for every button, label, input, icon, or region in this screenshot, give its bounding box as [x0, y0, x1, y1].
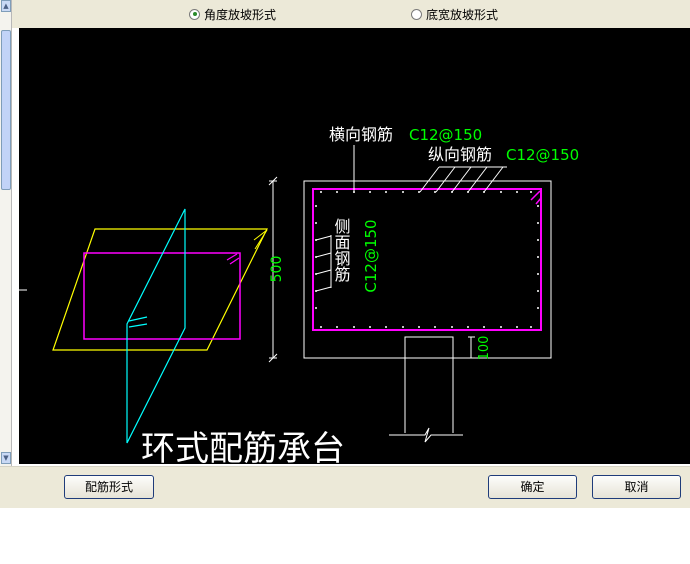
- cyan-hook: [128, 316, 148, 322]
- side-spec: C12@150: [362, 219, 380, 292]
- transverse-spec: C12@150: [409, 126, 482, 144]
- cyan-hook: [128, 323, 148, 328]
- longitudinal-spec: C12@150: [506, 146, 579, 164]
- ring-rebar-rect: [83, 252, 241, 340]
- reinforcement-diagram: 500 横向钢筋 C12@150 纵向钢筋 C12@150 侧面钢筋 C12@1…: [19, 125, 579, 469]
- pile-top: [404, 336, 454, 358]
- angle-slope-label: 角度放坡形式: [204, 7, 277, 22]
- bottom-dim-text: 100: [477, 336, 492, 361]
- width-slope-radio[interactable]: 底宽放坡形式: [411, 6, 498, 22]
- radio-unchecked-icon[interactable]: [411, 8, 422, 20]
- break-line: [389, 427, 463, 443]
- angle-slope-radio[interactable]: 角度放坡形式: [189, 6, 276, 22]
- scroll-down-icon[interactable]: ▼: [1, 452, 11, 464]
- side-label: 侧面钢筋: [332, 218, 351, 283]
- side-leaders: [315, 235, 332, 292]
- pile-cap-plane: [52, 228, 268, 351]
- width-slope-label: 底宽放坡形式: [426, 7, 499, 22]
- reinforce-form-button[interactable]: 配筋形式: [64, 475, 154, 499]
- longitudinal-label: 纵向钢筋: [428, 145, 492, 164]
- diagram-title: 环式配筋承台: [141, 429, 345, 464]
- options-bar: 角度放坡形式 底宽放坡形式: [0, 0, 690, 28]
- section-hook: [530, 190, 541, 201]
- scroll-thumb[interactable]: [1, 30, 11, 190]
- radio-checked-icon[interactable]: [189, 8, 200, 20]
- vertical-scrollbar[interactable]: ▲ ▼: [0, 0, 12, 466]
- ok-button[interactable]: 确定: [488, 475, 577, 499]
- drawing-canvas: 500 横向钢筋 C12@150 纵向钢筋 C12@150 侧面钢筋 C12@1…: [19, 28, 690, 469]
- transverse-label: 横向钢筋: [329, 125, 393, 144]
- magenta-hook: [226, 253, 238, 261]
- yellow-hook: [253, 229, 268, 250]
- height-dim-text: 500: [269, 256, 285, 283]
- cancel-button[interactable]: 取消: [592, 475, 681, 499]
- button-bar: 配筋形式 确定 取消: [0, 466, 690, 508]
- scroll-up-icon[interactable]: ▲: [1, 0, 11, 12]
- magenta-hook: [229, 257, 240, 265]
